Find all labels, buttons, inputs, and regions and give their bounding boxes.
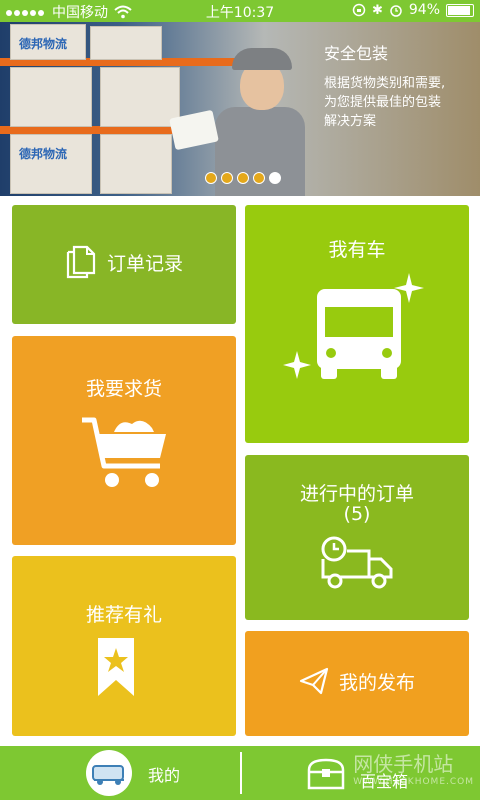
- truck-front-icon: [283, 273, 424, 379]
- cargo-box: [10, 67, 92, 127]
- recommend-gift-label: 推荐有礼: [85, 604, 162, 626]
- document-icon: [66, 245, 96, 279]
- truck-avatar-icon: [92, 765, 124, 785]
- tab-mine[interactable]: 我的: [148, 762, 180, 786]
- my-car-tile[interactable]: 我有车: [245, 205, 469, 443]
- promo-banner[interactable]: 德邦物流 德邦物流 安全包装 根据货物类别和需要, 为您提供最佳的包装 解决方案: [0, 22, 480, 196]
- bottom-tab-bar: 我的 百宝箱 网侠手机站 WWW.HACKHOME.COM: [0, 746, 480, 800]
- pager-dot[interactable]: [237, 172, 249, 184]
- pager-dot[interactable]: [205, 172, 217, 184]
- cargo-box: [100, 67, 180, 127]
- banner-title: 安全包装: [324, 44, 389, 63]
- pager-dot[interactable]: [253, 172, 265, 184]
- avatar[interactable]: [86, 750, 132, 796]
- cargo-box: 德邦物流: [10, 24, 86, 60]
- banner-description: 根据货物类别和需要, 为您提供最佳的包装 解决方案: [324, 76, 446, 129]
- recommend-gift-tile[interactable]: 推荐有礼: [12, 556, 236, 736]
- paper-plane-icon: [299, 667, 329, 695]
- in-progress-orders-tile[interactable]: 进行中的订单 (5): [245, 455, 469, 620]
- delivery-truck-clock-icon: [321, 536, 393, 589]
- watermark: 网侠手机站 WWW.HACKHOME.COM: [353, 752, 474, 787]
- cargo-box: 德邦物流: [10, 134, 92, 194]
- my-car-label: 我有车: [328, 239, 386, 261]
- request-goods-tile[interactable]: 我要求货: [12, 336, 236, 545]
- shopping-cart-icon: [82, 417, 166, 487]
- pager-dot[interactable]: [221, 172, 233, 184]
- treasure-box-icon: [307, 758, 345, 790]
- in-progress-label: 进行中的订单: [299, 483, 414, 505]
- order-records-label: 订单记录: [106, 252, 183, 275]
- bookmark-star-icon: [98, 638, 134, 696]
- tab-divider: [240, 752, 242, 794]
- pager-dot-active[interactable]: [269, 172, 281, 184]
- rotation-lock-icon: [352, 3, 366, 17]
- bluetooth-icon: ✱: [371, 2, 383, 18]
- in-progress-count: (5): [343, 503, 371, 525]
- request-goods-label: 我要求货: [85, 378, 162, 400]
- alarm-icon: [390, 5, 402, 17]
- cargo-box: [100, 134, 172, 194]
- status-bar: 中国移动 上午10:37 ✱ 94%: [0, 0, 480, 22]
- cargo-box: [90, 26, 162, 60]
- my-publish-tile[interactable]: 我的发布: [245, 631, 469, 736]
- my-publish-label: 我的发布: [338, 671, 415, 694]
- worker-cap: [232, 48, 292, 70]
- banner-pager[interactable]: [205, 172, 281, 184]
- battery-percent: 94%: [408, 2, 440, 18]
- battery-icon: [446, 3, 474, 17]
- order-records-tile[interactable]: 订单记录: [12, 205, 236, 324]
